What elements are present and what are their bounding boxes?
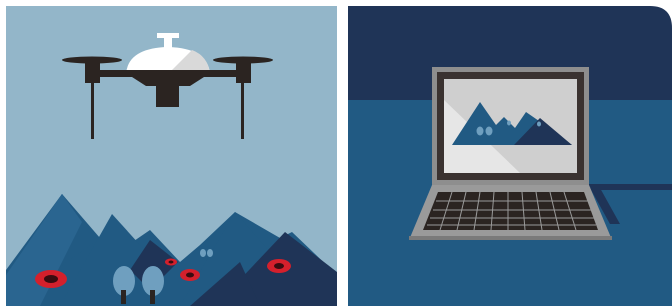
screen-tree [507,120,511,126]
illustration-canvas [6,6,672,306]
drone-leg-right [241,83,244,139]
tree-trunk [150,290,155,304]
tree-small [207,249,213,257]
tree-small [200,249,206,257]
laptop-base-edge [409,236,612,240]
right-panel [348,6,672,306]
drone-leg-left [91,83,94,139]
laptop-keyboard [423,192,598,230]
target-center [274,263,284,269]
drone-camera-pod [156,86,179,107]
tree-trunk [121,290,126,304]
target-center [186,272,194,278]
drone-motor-left [85,62,100,83]
drone-arm [92,70,244,77]
drone-propeller-right [213,56,273,64]
left-panel [6,6,337,306]
laptop [409,67,612,240]
screen-tree [485,126,493,136]
target-center [168,260,174,264]
target-center [44,275,58,283]
drone-propeller-left [62,56,122,64]
screen-tree [476,126,484,136]
screen-tree [537,121,541,127]
illustration [0,0,672,306]
drone-motor-right [236,62,251,83]
